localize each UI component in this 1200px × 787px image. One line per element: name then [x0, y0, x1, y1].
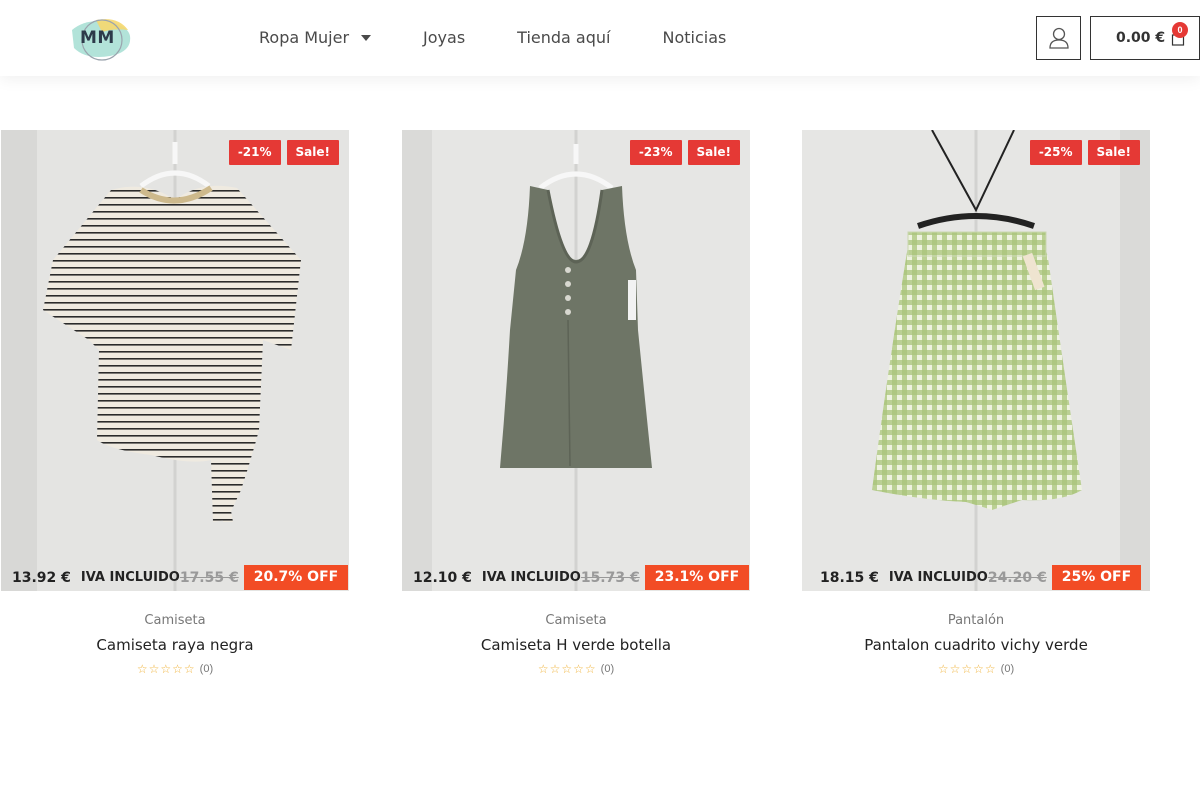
old-price: 17.55 € [179, 569, 239, 586]
nav-label: Joyas [423, 28, 466, 47]
old-price: 15.73 € [580, 569, 640, 586]
discount-badge: -21% [228, 140, 281, 165]
star-rating-icon: ☆☆☆☆☆ [537, 662, 597, 676]
product-card[interactable]: -25% Sale! Pantalón Pantalon cuadrito vi… [802, 130, 1150, 676]
product-title[interactable]: Camiseta raya negra [1, 636, 349, 654]
nav-item-joyas[interactable]: Joyas [423, 28, 465, 47]
product-category[interactable]: Pantalón [802, 613, 1150, 628]
rating-count: (0) [1000, 663, 1015, 675]
logo-text: MM [80, 28, 115, 48]
user-icon [1048, 27, 1069, 49]
sale-badge: Sale! [687, 140, 740, 165]
nav-label: Tienda aquí [517, 28, 611, 47]
site-logo[interactable]: MM [66, 12, 136, 64]
product-rating: ☆☆☆☆☆ (0) [802, 662, 1150, 676]
striped-tshirt-image [1, 130, 349, 591]
product-card[interactable]: -21% Sale! Camiseta Camiseta raya negra … [1, 130, 349, 676]
product-category[interactable]: Camiseta [402, 613, 750, 628]
chevron-down-icon [361, 34, 372, 41]
discount-off-badge: 25% OFF [1051, 565, 1142, 590]
product-rating: ☆☆☆☆☆ (0) [1, 662, 349, 676]
nav-item-ropa-mujer[interactable]: Ropa Mujer [259, 28, 372, 47]
rating-count: (0) [600, 663, 615, 675]
product-image[interactable]: -21% Sale! [1, 130, 349, 591]
discount-off-badge: 23.1% OFF [644, 565, 750, 590]
sale-price: 18.15 € [820, 569, 879, 586]
sale-price: 12.10 € [413, 569, 472, 586]
star-rating-icon: ☆☆☆☆☆ [136, 662, 196, 676]
sale-badge: Sale! [286, 140, 339, 165]
cart-count-badge: 0 [1172, 22, 1188, 38]
nav-label: Ropa Mujer [259, 28, 350, 47]
star-rating-icon: ☆☆☆☆☆ [937, 662, 997, 676]
account-button[interactable] [1036, 16, 1081, 60]
sale-price: 13.92 € [12, 569, 71, 586]
discount-badge: -25% [1029, 140, 1082, 165]
main-nav: Ropa Mujer Joyas Tienda aquí Noticias [259, 28, 778, 47]
product-title[interactable]: Pantalon cuadrito vichy verde [802, 636, 1150, 654]
tax-label: IVA INCLUIDO [481, 570, 581, 585]
site-header: MM Ropa Mujer Joyas Tienda aquí Noticias… [0, 0, 1200, 76]
nav-label: Noticias [662, 28, 727, 47]
product-rating: ☆☆☆☆☆ (0) [402, 662, 750, 676]
price-row: 18.15 € IVA INCLUIDO 24.20 € 25% OFF [820, 565, 1142, 590]
discount-off-badge: 20.7% OFF [243, 565, 349, 590]
product-image[interactable]: -25% Sale! [802, 130, 1150, 591]
sale-badge: Sale! [1087, 140, 1140, 165]
tax-label: IVA INCLUIDO [888, 570, 988, 585]
product-title[interactable]: Camiseta H verde botella [402, 636, 750, 654]
gingham-shorts-image [802, 130, 1150, 591]
cart-total: 0.00 € [1116, 30, 1166, 46]
old-price: 24.20 € [987, 569, 1047, 586]
nav-item-tienda[interactable]: Tienda aquí [517, 28, 610, 47]
nav-item-noticias[interactable]: Noticias [662, 28, 726, 47]
price-row: 12.10 € IVA INCLUIDO 15.73 € 23.1% OFF [413, 565, 750, 590]
rating-count: (0) [199, 663, 214, 675]
tax-label: IVA INCLUIDO [80, 570, 180, 585]
price-row: 13.92 € IVA INCLUIDO 17.55 € 20.7% OFF [12, 565, 349, 590]
discount-badge: -23% [629, 140, 682, 165]
product-image[interactable]: -23% Sale! [402, 130, 750, 591]
product-card[interactable]: -23% Sale! Camiseta Camiseta H verde bot… [402, 130, 750, 676]
green-tank-top-image [402, 130, 750, 591]
product-category[interactable]: Camiseta [1, 613, 349, 628]
